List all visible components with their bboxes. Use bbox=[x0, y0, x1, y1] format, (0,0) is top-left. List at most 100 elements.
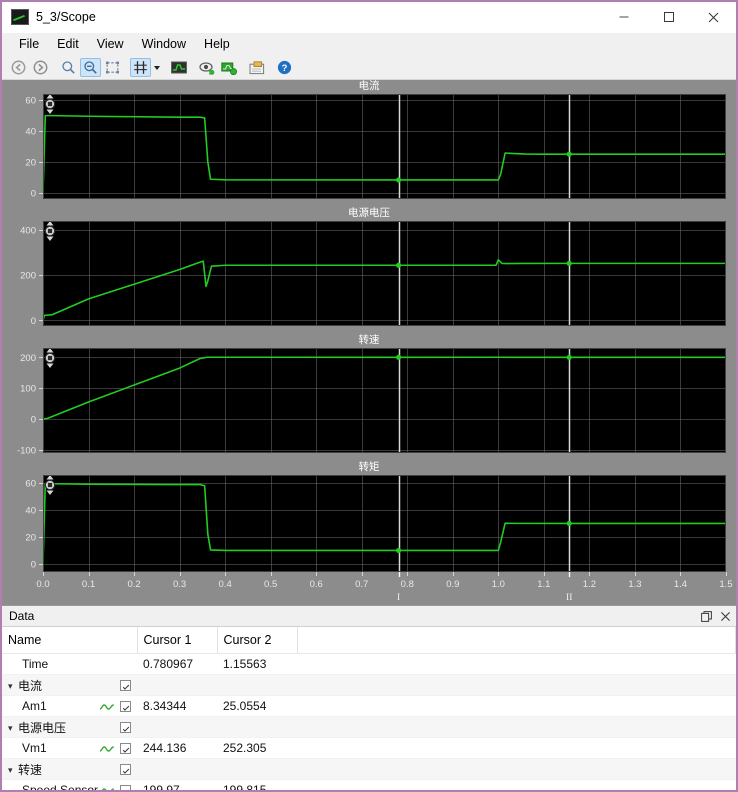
menu-view[interactable]: View bbox=[88, 35, 133, 53]
chart-supply-voltage-canvas[interactable]: 0 200 400 bbox=[2, 207, 736, 334]
help-icon[interactable]: ? bbox=[274, 58, 295, 77]
svg-text:-100: -100 bbox=[17, 445, 36, 456]
svg-text:1.5: 1.5 bbox=[719, 579, 732, 590]
row-name-group: Speed Sensor bbox=[8, 783, 99, 790]
table-row[interactable]: Time 0.780967 1.15563 bbox=[2, 653, 736, 675]
visibility-checkbox[interactable] bbox=[120, 763, 131, 775]
cursor-measure-icon[interactable] bbox=[130, 58, 151, 77]
cell-spacer bbox=[297, 758, 736, 780]
svg-text:60: 60 bbox=[25, 479, 36, 490]
cell-cursor-2: 1.15563 bbox=[217, 653, 297, 675]
waveform-icon[interactable] bbox=[99, 743, 115, 753]
row-label: Am1 bbox=[22, 699, 47, 713]
cell-name[interactable]: ▾ 电源电压 bbox=[2, 716, 137, 738]
cursor-dropdown-caret[interactable] bbox=[152, 58, 161, 77]
data-panel: Data Name Cursor 1 Cursor 2 Time 0.78096… bbox=[2, 605, 736, 790]
visibility-checkbox[interactable] bbox=[120, 721, 131, 733]
table-group-row[interactable]: ▾ 电流 bbox=[2, 674, 736, 696]
cell-name[interactable]: ▾ 转速 bbox=[2, 758, 137, 780]
visibility-checkbox[interactable] bbox=[120, 784, 131, 790]
cell-spacer bbox=[297, 779, 736, 790]
svg-text:0.0: 0.0 bbox=[36, 579, 49, 590]
table-row[interactable]: Am1 8.34344 25.0554 bbox=[2, 695, 736, 717]
show-signal-icon[interactable] bbox=[196, 58, 217, 77]
row-icons bbox=[99, 742, 137, 754]
waveform-icon[interactable] bbox=[99, 785, 115, 790]
row-name-group: Time bbox=[8, 657, 131, 671]
cell-name[interactable]: Speed Sensor bbox=[2, 779, 137, 790]
table-group-row[interactable]: ▾ 电源电压 bbox=[2, 716, 736, 738]
chart-torque-canvas[interactable]: 0 20 40 60 0.0 0.1 0.2 0.3 0.4 0.5 0.6 0.7 0.8 0.9 1.0… bbox=[2, 461, 736, 605]
svg-text:20: 20 bbox=[25, 532, 36, 543]
svg-text:0.2: 0.2 bbox=[127, 579, 140, 590]
scope-display-icon[interactable] bbox=[168, 58, 189, 77]
row-label: Speed Sensor bbox=[22, 783, 99, 790]
menu-window[interactable]: Window bbox=[133, 35, 195, 53]
chevron-down-icon[interactable]: ▾ bbox=[8, 765, 18, 776]
chart-current-canvas[interactable]: 0 20 40 60 bbox=[2, 80, 736, 207]
undock-icon[interactable] bbox=[698, 608, 714, 624]
chart-torque[interactable]: 转矩 0 20 40 60 0.0 0.1 0.2 0.3 0.4 0.5 0.6 0.7 0.8 0.9… bbox=[2, 461, 736, 605]
chart-supply-voltage[interactable]: 电源电压 0 200 400 bbox=[2, 207, 736, 334]
cell-spacer bbox=[297, 653, 736, 675]
fit-to-view-icon[interactable] bbox=[102, 58, 123, 77]
maximize-button[interactable] bbox=[646, 2, 691, 32]
chevron-down-icon[interactable]: ▾ bbox=[8, 681, 18, 692]
export-data-icon[interactable] bbox=[246, 58, 267, 77]
cell-name[interactable]: Vm1 bbox=[2, 737, 137, 759]
chart-speed-canvas[interactable]: -100 0 100 200 bbox=[2, 334, 736, 461]
svg-text:200: 200 bbox=[20, 271, 36, 282]
cursor-data-table: Name Cursor 1 Cursor 2 Time 0.780967 1.155… bbox=[2, 627, 736, 790]
cell-cursor-1 bbox=[137, 758, 217, 780]
svg-text:400: 400 bbox=[20, 226, 36, 237]
cell-name[interactable]: Time bbox=[2, 653, 137, 675]
menu-bar: File Edit View Window Help bbox=[2, 33, 736, 56]
scope-plot-area[interactable]: 电流 0 20 40 60 电源电压 0 200 400 转速 -100 0 100 200 转… bbox=[2, 80, 736, 605]
svg-text:0: 0 bbox=[31, 188, 36, 199]
close-button[interactable] bbox=[691, 2, 736, 32]
data-table-wrapper[interactable]: Name Cursor 1 Cursor 2 Time 0.780967 1.155… bbox=[2, 627, 736, 790]
forward-icon[interactable] bbox=[30, 58, 51, 77]
visibility-checkbox[interactable] bbox=[120, 742, 131, 754]
visibility-checkbox[interactable] bbox=[120, 700, 131, 712]
cell-name[interactable]: ▾ 电流 bbox=[2, 674, 137, 696]
cell-cursor-1: 8.34344 bbox=[137, 695, 217, 717]
menu-help[interactable]: Help bbox=[195, 35, 239, 53]
menu-edit[interactable]: Edit bbox=[48, 35, 88, 53]
chart-current[interactable]: 电流 0 20 40 60 bbox=[2, 80, 736, 207]
scope-window: 5_3/Scope File Edit View Window Help ? 电… bbox=[0, 0, 738, 792]
column-header-cursor-1[interactable]: Cursor 1 bbox=[137, 627, 218, 654]
cell-name[interactable]: Am1 bbox=[2, 695, 137, 717]
cell-cursor-1: 244.136 bbox=[137, 737, 217, 759]
zoom-out-icon[interactable] bbox=[80, 58, 101, 77]
data-panel-header: Data bbox=[2, 606, 736, 627]
row-label: 转速 bbox=[18, 762, 43, 777]
close-icon[interactable] bbox=[717, 608, 733, 624]
add-signal-icon[interactable] bbox=[218, 58, 239, 77]
menu-file[interactable]: File bbox=[10, 35, 48, 53]
svg-text:0.4: 0.4 bbox=[219, 579, 232, 590]
svg-text:1.3: 1.3 bbox=[628, 579, 641, 590]
table-row[interactable]: Speed Sensor 199.97 199.815 bbox=[2, 779, 736, 790]
chevron-down-icon[interactable]: ▾ bbox=[8, 723, 18, 734]
row-name-group: Am1 bbox=[8, 699, 99, 713]
cell-cursor-2: 199.815 bbox=[217, 779, 297, 790]
cell-cursor-2: 252.305 bbox=[217, 737, 297, 759]
svg-text:I: I bbox=[397, 593, 400, 603]
row-icons bbox=[120, 721, 137, 733]
svg-text:0.3: 0.3 bbox=[173, 579, 186, 590]
chart-speed[interactable]: 转速 -100 0 100 200 bbox=[2, 334, 736, 461]
column-header-name[interactable]: Name bbox=[2, 627, 138, 654]
back-icon[interactable] bbox=[8, 58, 29, 77]
column-header-spacer bbox=[297, 627, 736, 654]
svg-text:0.9: 0.9 bbox=[446, 579, 459, 590]
svg-text:0: 0 bbox=[31, 316, 36, 327]
minimize-button[interactable] bbox=[601, 2, 646, 32]
table-group-row[interactable]: ▾ 转速 bbox=[2, 758, 736, 780]
zoom-in-icon[interactable] bbox=[58, 58, 79, 77]
visibility-checkbox[interactable] bbox=[120, 679, 131, 691]
svg-text:40: 40 bbox=[25, 127, 36, 138]
table-row[interactable]: Vm1 244.136 252.305 bbox=[2, 737, 736, 759]
column-header-cursor-2[interactable]: Cursor 2 bbox=[217, 627, 298, 654]
waveform-icon[interactable] bbox=[99, 701, 115, 711]
